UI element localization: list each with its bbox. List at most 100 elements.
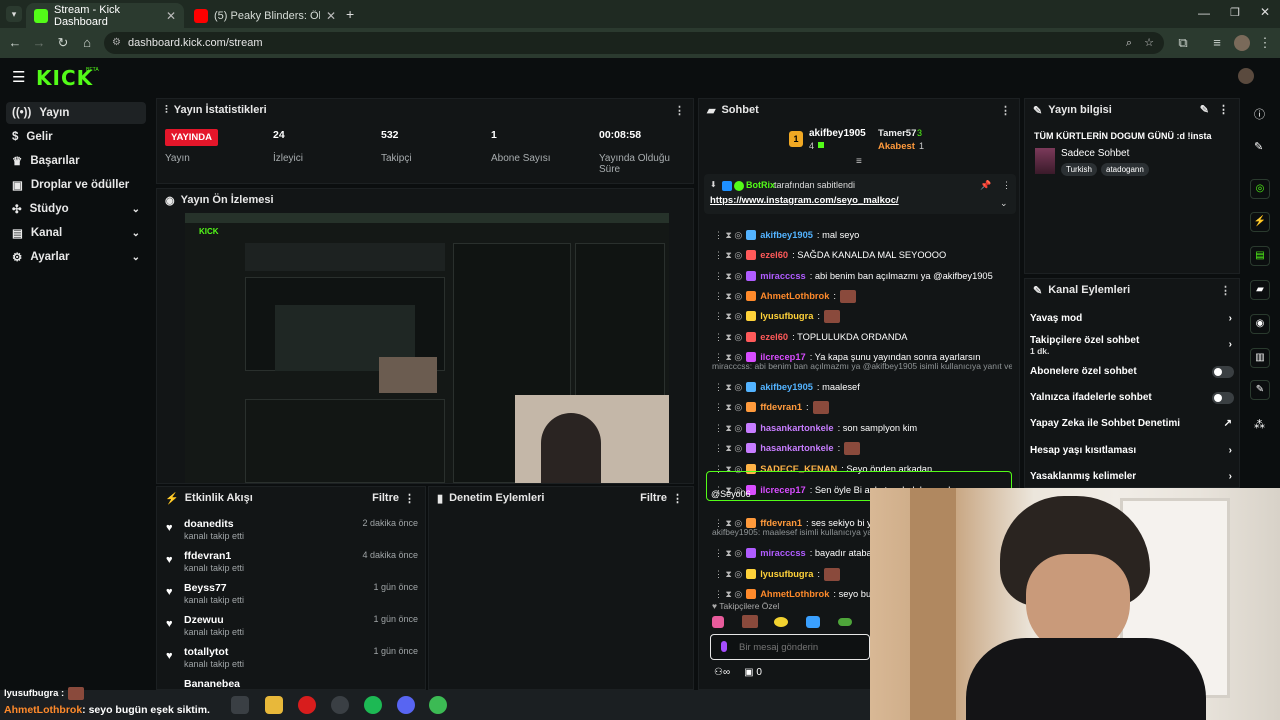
camera-icon[interactable]: ◎ xyxy=(1250,179,1270,199)
emote-icon[interactable] xyxy=(712,616,724,628)
site-info-icon[interactable]: ⚙ xyxy=(112,32,121,54)
sidebar-item-gelir[interactable]: $ Gelir xyxy=(6,126,146,148)
emote-icon[interactable] xyxy=(838,618,852,626)
forward-icon[interactable]: → xyxy=(30,34,48,52)
more-options-icon[interactable]: ⋮ xyxy=(672,492,683,505)
emote-icon[interactable] xyxy=(742,615,758,628)
chat-input[interactable] xyxy=(710,634,870,660)
steam-icon[interactable] xyxy=(331,696,349,714)
chrome-icon[interactable] xyxy=(429,696,447,714)
chat-username[interactable]: lyusufbugra xyxy=(760,569,813,579)
browser-menu-icon[interactable]: ⋮ xyxy=(1256,34,1274,52)
close-tab-icon[interactable]: ✕ xyxy=(166,9,176,23)
subscribers-only-toggle[interactable] xyxy=(1212,366,1234,378)
message-input[interactable] xyxy=(739,639,865,655)
chat-rail-icon[interactable]: ▰ xyxy=(1250,280,1270,300)
mod-actions-icon[interactable]: ⋮ ⧗ ◎ xyxy=(714,443,742,454)
activity-user[interactable]: Dzewuu xyxy=(184,614,224,626)
action-subscribers-only[interactable]: Abonelere özel sohbet xyxy=(1030,366,1234,378)
chat-username[interactable]: lyusufbugra xyxy=(760,311,813,321)
restore-icon[interactable]: ❐ xyxy=(1230,6,1240,19)
mic-icon[interactable] xyxy=(721,641,727,652)
reload-icon[interactable]: ↻ xyxy=(54,34,72,52)
hamburger-menu-icon[interactable]: ☰ xyxy=(12,68,25,86)
mod-actions-icon[interactable]: ⋮ ⧗ ◎ xyxy=(714,423,742,434)
url-field[interactable]: ⚙ dashboard.kick.com/stream ⌕ ☆ xyxy=(104,32,1164,54)
mod-actions-icon[interactable]: ⋮ ⧗ ◎ xyxy=(714,589,742,600)
activity-user[interactable]: Bananebea xyxy=(184,678,240,690)
chat-username[interactable]: AhmetLothbrok xyxy=(760,589,829,599)
kick-logo[interactable]: KICK xyxy=(36,66,93,90)
category-name[interactable]: Sadece Sohbet xyxy=(1061,148,1129,159)
zoom-icon[interactable]: ⌕ xyxy=(1126,32,1132,54)
points-icon[interactable]: ▣ 0 xyxy=(744,667,762,678)
sidebar-item-ayarlar[interactable]: ⚙ Ayarlar ⌄ xyxy=(6,246,146,268)
chat-username[interactable]: akifbey1905 xyxy=(760,230,813,240)
action-followers-only[interactable]: Takipçilere özel sohbet 1 dk. › xyxy=(1030,335,1234,356)
pinned-by-user[interactable]: BotRix xyxy=(746,180,775,190)
action-slow-mode[interactable]: Yavaş mod › xyxy=(1030,313,1234,324)
mod-actions-icon[interactable]: ⋮ ⧗ ◎ xyxy=(714,569,742,580)
chat-username[interactable]: ezel60 xyxy=(760,332,788,342)
spotify-icon[interactable] xyxy=(364,696,382,714)
activity-user[interactable]: totallytot xyxy=(184,646,228,658)
minimize-icon[interactable]: — xyxy=(1198,6,1210,20)
expand-leaderboard-icon[interactable]: ≡ xyxy=(856,156,862,167)
chevron-down-icon[interactable]: ⌄ xyxy=(1000,198,1008,209)
media-icon[interactable]: ≡ xyxy=(1208,34,1226,52)
filter-button[interactable]: Filtre xyxy=(640,492,667,504)
edit-icon[interactable]: ✎ xyxy=(1200,103,1209,116)
share-icon[interactable]: ⁂ xyxy=(1254,418,1265,431)
new-tab-icon[interactable]: + xyxy=(346,6,354,22)
sidebar-item-studyo[interactable]: ✣ Stüdyo ⌄ xyxy=(6,198,146,220)
broadcast-rail-icon[interactable]: ◉ xyxy=(1250,314,1270,334)
sidebar-item-droplar[interactable]: ▣ Droplar ve ödüller xyxy=(6,174,146,196)
info-icon[interactable]: ⓘ xyxy=(1254,106,1265,122)
tag-chip[interactable]: Turkish xyxy=(1061,163,1097,176)
action-emote-only[interactable]: Yalnızca ifadelerle sohbet xyxy=(1030,392,1234,404)
mod-actions-icon[interactable]: ⋮ ⧗ ◎ xyxy=(714,250,742,261)
mod-actions-icon[interactable]: ⋮ ⧗ ◎ xyxy=(714,271,742,282)
extensions-icon[interactable]: ⧉ xyxy=(1174,34,1192,52)
more-options-icon[interactable]: ⋮ xyxy=(1218,103,1229,116)
lightning-icon[interactable]: ⚡ xyxy=(1250,212,1270,232)
leader-1-name[interactable]: akifbey1905 xyxy=(809,128,866,139)
activity-user[interactable]: doanedits xyxy=(184,518,234,530)
more-options-icon[interactable]: ⋮ xyxy=(1000,104,1011,117)
mod-actions-icon[interactable]: ⋮ ⧗ ◎ xyxy=(714,402,742,413)
tag-chip[interactable]: atadogann xyxy=(1101,163,1149,176)
document-icon[interactable]: ▤ xyxy=(1250,246,1270,266)
chat-username[interactable]: AhmetLothbrok xyxy=(760,291,829,301)
layout-icon[interactable]: ▥ xyxy=(1250,348,1270,368)
emote-only-toggle[interactable] xyxy=(1212,392,1234,404)
mod-actions-icon[interactable]: ⋮ ⧗ ◎ xyxy=(714,291,742,302)
mod-actions-icon[interactable]: ⋮ ⧗ ◎ xyxy=(714,230,742,241)
sidebar-item-yayin[interactable]: ((•)) Yayın xyxy=(6,102,146,124)
mod-actions-icon[interactable]: ⋮ ⧗ ◎ xyxy=(714,382,742,393)
task-view-icon[interactable] xyxy=(231,696,249,714)
chat-username[interactable]: ezel60 xyxy=(760,250,788,260)
tools-icon[interactable]: ✎ xyxy=(1250,380,1270,400)
tab-list-button[interactable]: ▾ xyxy=(6,6,22,22)
sidebar-item-basarilar[interactable]: ♛ Başarılar xyxy=(6,150,146,172)
more-options-icon[interactable]: ⋮ xyxy=(1220,284,1231,297)
leader-2-name[interactable]: Tamer57 xyxy=(878,128,916,139)
close-tab-icon[interactable]: ✕ xyxy=(326,9,336,23)
users-icon[interactable]: ⚇∞ xyxy=(714,667,730,678)
sidebar-item-kanal[interactable]: ▤ Kanal ⌄ xyxy=(6,222,146,244)
more-options-icon[interactable]: ⋮ xyxy=(674,104,685,117)
emote-icon[interactable] xyxy=(806,616,820,628)
browser-tab-youtube[interactable]: (5) Peaky Blinders: Ölümsüz Ad ✕ xyxy=(186,3,344,28)
action-banned-words[interactable]: Yasaklanmış kelimeler › xyxy=(1030,471,1234,482)
more-options-icon[interactable]: ⋮ xyxy=(404,492,415,505)
chat-username[interactable]: miracccss xyxy=(760,271,806,281)
chat-username[interactable]: akifbey1905 xyxy=(760,382,813,392)
browser-tab-kick[interactable]: Stream - Kick Dashboard ✕ xyxy=(26,3,184,28)
pin-icon[interactable]: 📌 xyxy=(980,180,991,191)
chat-username[interactable]: hasankartonkele xyxy=(760,443,833,453)
activity-user[interactable]: Beyss77 xyxy=(184,582,227,594)
mod-actions-icon[interactable]: ⋮ ⧗ ◎ xyxy=(714,548,742,559)
chat-username[interactable]: ffdevran1 xyxy=(760,402,802,412)
stream-preview-video[interactable]: KICK xyxy=(185,213,669,483)
leader-3-name[interactable]: Akabest xyxy=(878,141,915,152)
